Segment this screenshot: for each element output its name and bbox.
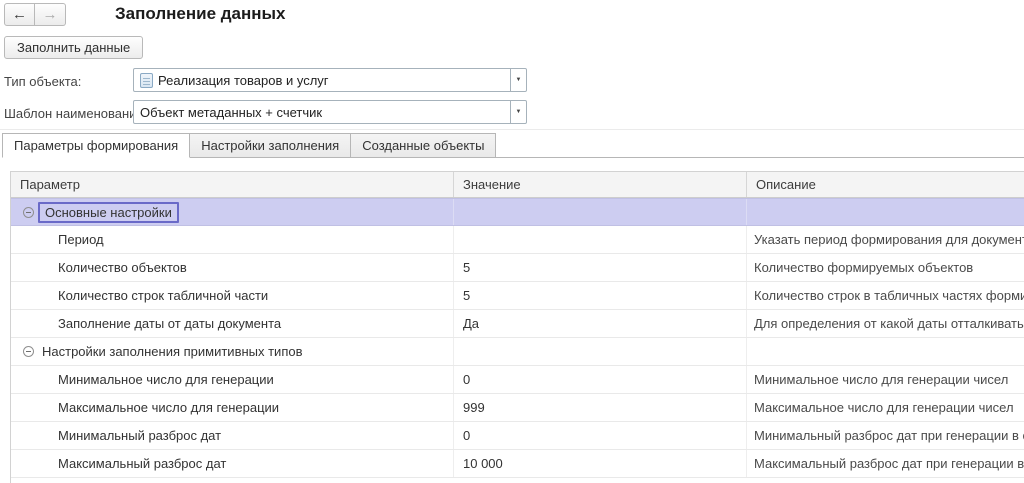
parameter-label: Минимальное число для генерации [58, 372, 274, 387]
group-title: Основные настройки [38, 202, 179, 223]
group-title: Настройки заполнения примитивных типов [42, 344, 303, 359]
forward-arrow-icon: → [43, 6, 58, 23]
value-cell[interactable]: 5 [454, 282, 747, 309]
fill-data-button[interactable]: Заполнить данные [4, 36, 143, 59]
table-row-group-main-settings[interactable]: Основные настройки [11, 198, 1024, 226]
back-arrow-icon: ← [12, 6, 27, 23]
description-cell: Минимальный разброс дат при генерации в … [747, 422, 1024, 449]
document-icon [140, 73, 153, 88]
object-type-combobox[interactable]: Реализация товаров и услуг ▼ [133, 68, 527, 92]
name-template-value-area: Объект метаданных + счетчик [134, 101, 510, 123]
description-cell: Указать период формирования для документ… [747, 226, 1024, 253]
parameter-cell: Период [11, 226, 454, 253]
value-cell[interactable]: 999 [454, 394, 747, 421]
name-template-value: Объект метаданных + счетчик [140, 105, 322, 120]
description-cell: Количество строк в табличных частях форм… [747, 282, 1024, 309]
tab-label: Созданные объекты [362, 138, 484, 153]
name-template-dropdown-button[interactable]: ▼ [510, 101, 526, 123]
description-cell: Количество формируемых объектов [747, 254, 1024, 281]
table-row-tabular-rows-count[interactable]: Количество строк табличной части 5 Колич… [11, 282, 1024, 310]
column-header-parameter[interactable]: Параметр [11, 172, 454, 197]
value-cell[interactable]: 0 [454, 366, 747, 393]
parameter-label: Максимальное число для генерации [58, 400, 279, 415]
parameter-cell: Максимальное число для генерации [11, 394, 454, 421]
table-row-min-number[interactable]: Минимальное число для генерации 0 Минима… [11, 366, 1024, 394]
table-row-min-date-spread[interactable]: Минимальный разброс дат 0 Минимальный ра… [11, 422, 1024, 450]
value-cell[interactable]: 5 [454, 254, 747, 281]
value-cell[interactable]: 10 000 [454, 450, 747, 477]
value-cell[interactable]: 0 [454, 422, 747, 449]
name-template-label: Шаблон наименования: [4, 106, 147, 121]
table-row-group-primitive-types[interactable]: Настройки заполнения примитивных типов [11, 338, 1024, 366]
tab-label: Настройки заполнения [201, 138, 339, 153]
parameter-cell: Максимальный разброс дат [11, 450, 454, 477]
description-cell: Максимальный разброс дат при генерации в… [747, 450, 1024, 477]
parameter-cell: Заполнение даты от даты документа [11, 310, 454, 337]
name-template-combobox[interactable]: Объект метаданных + счетчик ▼ [133, 100, 527, 124]
parameter-label: Количество объектов [58, 260, 187, 275]
parameter-cell: Настройки заполнения примитивных типов [11, 338, 454, 365]
parameter-cell: Минимальное число для генерации [11, 366, 454, 393]
description-cell: Для определения от какой даты отталкиват… [747, 310, 1024, 337]
tab-strip: Параметры формирования Настройки заполне… [2, 134, 1024, 158]
value-cell[interactable] [454, 338, 747, 365]
parameter-cell: Количество строк табличной части [11, 282, 454, 309]
value-cell[interactable] [454, 199, 747, 225]
table-row-period[interactable]: Период Указать период формирования для д… [11, 226, 1024, 254]
parameter-label: Минимальный разброс дат [58, 428, 221, 443]
parameter-label: Количество строк табличной части [58, 288, 268, 303]
table-row-date-fill[interactable]: Заполнение даты от даты документа Да Для… [11, 310, 1024, 338]
back-button[interactable]: ← [4, 3, 35, 26]
parameters-table: Параметр Значение Описание Основные наст… [10, 171, 1024, 483]
table-row-max-number[interactable]: Максимальное число для генерации 999 Мак… [11, 394, 1024, 422]
parameter-label: Максимальный разброс дат [58, 456, 226, 471]
parameter-cell: Количество объектов [11, 254, 454, 281]
tab-label: Параметры формирования [14, 138, 178, 153]
parameter-label: Период [58, 232, 104, 247]
object-type-dropdown-button[interactable]: ▼ [510, 69, 526, 91]
object-type-label: Тип объекта: [4, 74, 81, 89]
collapse-icon[interactable] [23, 207, 34, 218]
parameter-cell: Минимальный разброс дат [11, 422, 454, 449]
collapse-icon[interactable] [23, 346, 34, 357]
page-title: Заполнение данных [115, 4, 286, 24]
table-row-object-count[interactable]: Количество объектов 5 Количество формиру… [11, 254, 1024, 282]
forward-button[interactable]: → [35, 3, 66, 26]
value-cell[interactable] [454, 226, 747, 253]
parameter-cell: Основные настройки [11, 199, 454, 225]
object-type-value: Реализация товаров и услуг [158, 73, 329, 88]
table-row-max-date-spread[interactable]: Максимальный разброс дат 10 000 Максимал… [11, 450, 1024, 478]
description-cell [747, 199, 1024, 225]
section-separator [0, 129, 1024, 130]
column-header-description[interactable]: Описание [747, 172, 1024, 197]
parameter-label: Заполнение даты от даты документа [58, 316, 281, 331]
fill-data-button-label: Заполнить данные [17, 40, 130, 55]
tab-generation-parameters[interactable]: Параметры формирования [2, 133, 190, 158]
column-header-value[interactable]: Значение [454, 172, 747, 197]
history-nav: ← → [4, 3, 66, 26]
object-type-value-area: Реализация товаров и услуг [134, 69, 510, 91]
value-cell[interactable]: Да [454, 310, 747, 337]
chevron-down-icon: ▼ [516, 77, 522, 83]
tab-fill-settings[interactable]: Настройки заполнения [189, 133, 351, 157]
description-cell: Минимальное число для генерации чисел [747, 366, 1024, 393]
chevron-down-icon: ▼ [516, 109, 522, 115]
description-cell: Максимальное число для генерации чисел [747, 394, 1024, 421]
table-header-row: Параметр Значение Описание [11, 172, 1024, 198]
tab-created-objects[interactable]: Созданные объекты [350, 133, 496, 157]
description-cell [747, 338, 1024, 365]
